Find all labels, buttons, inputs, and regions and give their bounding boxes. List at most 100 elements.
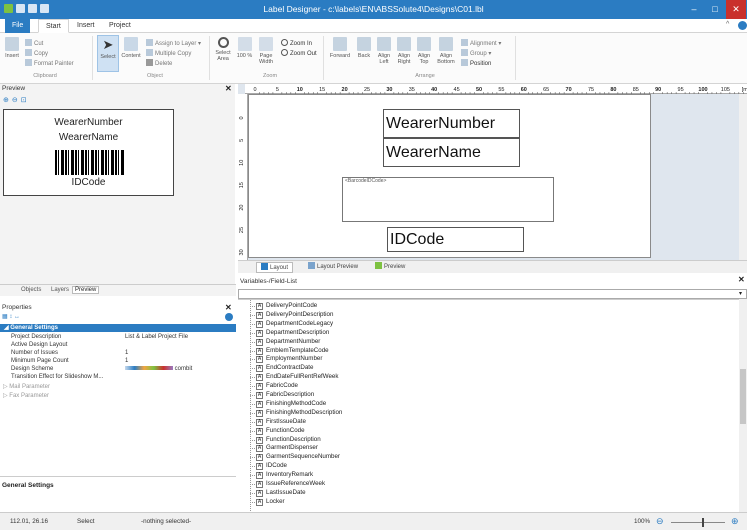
property-row[interactable]: Active Design Layout xyxy=(0,341,236,349)
assign-to-layer-button[interactable]: Assign to Layer ▾ xyxy=(146,39,201,47)
fax-parameter-group[interactable]: ▷ Fax Parameter xyxy=(0,392,236,400)
zoom-slider-thumb[interactable] xyxy=(702,518,704,527)
variables-scrollbar[interactable] xyxy=(739,299,747,512)
variables-scroll-thumb[interactable] xyxy=(740,369,746,424)
format-painter-button[interactable]: Format Painter xyxy=(25,59,74,67)
categorized-icon[interactable]: ▦ xyxy=(2,314,8,320)
zoom-slider[interactable] xyxy=(671,522,725,523)
variable-item[interactable]: A FabricCode xyxy=(256,382,298,391)
sort-icon[interactable]: ↕ xyxy=(9,314,12,320)
variable-item[interactable]: A FabricDescription xyxy=(256,391,314,399)
property-row[interactable]: Transition Effect for Slideshow M... xyxy=(0,373,236,381)
variable-item[interactable]: A FirstIssueDate xyxy=(256,418,306,426)
close-variables-icon[interactable]: ✕ xyxy=(738,275,745,284)
property-row[interactable]: Project Description List & Label Project … xyxy=(0,333,236,341)
text-field-icon: A xyxy=(256,374,263,382)
label-page[interactable]: WearerNumber WearerName <BarcodeIDCode> … xyxy=(248,94,651,258)
minimize-button[interactable]: – xyxy=(684,0,704,19)
zoom-out-icon[interactable]: ⊖ xyxy=(12,97,21,104)
info-icon[interactable] xyxy=(225,313,233,321)
zoom-in-icon[interactable]: ⊕ xyxy=(731,516,739,527)
select-area-button[interactable]: Select Area xyxy=(213,37,233,62)
align-left-button[interactable]: Align Left xyxy=(375,37,393,65)
field-wearer-name[interactable]: WearerName xyxy=(383,138,520,167)
align-top-button[interactable]: Align Top xyxy=(415,37,433,65)
tab-layers[interactable]: Layers xyxy=(51,287,69,293)
variable-item[interactable]: A DeliveryPointDescription xyxy=(256,311,333,319)
variable-item[interactable]: A EndContractDate xyxy=(256,364,313,373)
variable-item[interactable]: A DepartmentCodeLegacy xyxy=(256,320,333,328)
variable-item[interactable]: A GarmentSequenceNumber xyxy=(256,453,340,462)
field-id-code[interactable]: IDCode xyxy=(387,227,524,252)
tab-objects[interactable]: Objects xyxy=(21,287,41,293)
variable-item[interactable]: A EmploymentNumber xyxy=(256,355,322,364)
variable-item[interactable]: A FunctionCode xyxy=(256,427,305,435)
variable-item[interactable]: A IssueReferenceWeek xyxy=(256,480,325,488)
variable-item[interactable]: A GarmentDispenser xyxy=(256,444,318,453)
variable-item[interactable]: A DepartmentNumber xyxy=(256,338,320,346)
close-preview-icon[interactable]: ✕ xyxy=(225,84,232,93)
design-scrollbar[interactable] xyxy=(739,94,747,260)
alignment-button[interactable]: Alignment ▾ xyxy=(461,39,501,47)
collapse-ribbon-icon[interactable]: ^ xyxy=(726,21,735,30)
variable-item[interactable]: A IDCode xyxy=(256,462,287,471)
general-settings-header[interactable]: ◢ General Settings xyxy=(0,324,236,332)
variable-item[interactable]: A FinishingMethodCode xyxy=(256,400,326,408)
select-button[interactable]: ➤ Select xyxy=(97,35,119,72)
zoom-in-icon[interactable]: ⊕ xyxy=(3,97,12,104)
tab-layout[interactable]: Layout xyxy=(256,262,294,273)
expand-icon[interactable]: ↔ xyxy=(14,314,20,320)
tab-insert[interactable]: Insert xyxy=(70,19,102,33)
tab-file[interactable]: File xyxy=(5,19,31,33)
preview-zoom-toolbar[interactable]: ⊕⊖⊡ xyxy=(3,96,30,104)
variable-item[interactable]: A EndDateFullRentRefWeek xyxy=(256,373,338,382)
properties-toolbar[interactable]: ▦ ↕ ↔ xyxy=(2,313,20,320)
content-button[interactable]: Content xyxy=(121,37,141,59)
variables-filter-input[interactable]: ▾ xyxy=(238,289,747,299)
copy-button[interactable]: Copy xyxy=(25,49,48,57)
variable-item[interactable]: A InventoryRemark xyxy=(256,471,313,480)
tab-preview[interactable]: Preview xyxy=(72,286,100,294)
tab-layout-preview[interactable]: Layout Preview xyxy=(304,262,362,273)
close-properties-icon[interactable]: ✕ xyxy=(225,303,232,312)
tab-start[interactable]: Start xyxy=(38,19,69,33)
variable-item[interactable]: A DeliveryPointCode xyxy=(256,302,317,310)
page-width-button[interactable]: Page Width xyxy=(256,37,276,65)
page-width-label: Page Width xyxy=(258,53,274,65)
zoom-out-icon[interactable]: ⊖ xyxy=(656,516,664,527)
cut-button[interactable]: Cut xyxy=(25,39,43,47)
forward-button[interactable]: Forward xyxy=(327,37,353,59)
variable-item[interactable]: A FunctionDescription xyxy=(256,436,321,444)
assign-to-layer-label: Assign to Layer ▾ xyxy=(155,41,202,47)
insert-button[interactable]: Insert xyxy=(3,37,21,59)
fit-icon[interactable]: ⊡ xyxy=(21,97,30,104)
property-row[interactable]: Number of Issues 1 xyxy=(0,349,236,357)
maximize-button[interactable]: □ xyxy=(705,0,725,19)
multiple-copy-button[interactable]: Multiple Copy xyxy=(146,49,191,57)
variable-item[interactable]: A EmblemTemplateCode xyxy=(256,347,329,355)
property-row[interactable]: Design Scheme combit xyxy=(0,365,236,373)
align-bottom-button[interactable]: Align Bottom xyxy=(435,37,457,65)
delete-button[interactable]: Delete xyxy=(146,59,172,67)
help-icon[interactable] xyxy=(738,21,747,30)
vruler-tick-label: 0 xyxy=(239,116,245,119)
tab-design-preview[interactable]: Preview xyxy=(371,262,409,273)
variable-item[interactable]: A Locker xyxy=(256,498,285,506)
align-right-button[interactable]: Align Right xyxy=(395,37,413,65)
variable-item[interactable]: A DepartmentDescription xyxy=(256,329,329,337)
zoom-100-button[interactable]: 100 % xyxy=(236,37,253,59)
chevron-down-icon[interactable]: ▾ xyxy=(739,290,742,297)
variable-item[interactable]: A FinishingMethodDescription xyxy=(256,409,342,417)
mail-parameter-group[interactable]: ▷ Mail Parameter xyxy=(0,383,236,391)
group-button[interactable]: Group ▾ xyxy=(461,49,491,57)
field-wearer-number[interactable]: WearerNumber xyxy=(383,109,520,138)
property-row[interactable]: Minimum Page Count 1 xyxy=(0,357,236,365)
tab-project[interactable]: Project xyxy=(102,19,138,33)
close-button[interactable]: ✕ xyxy=(726,0,746,19)
variable-item[interactable]: A LastIssueDate xyxy=(256,489,306,497)
position-button[interactable]: Position xyxy=(461,59,491,67)
back-button[interactable]: Back xyxy=(355,37,373,59)
zoom-in-button[interactable]: Zoom In xyxy=(281,39,312,47)
field-barcode[interactable]: <BarcodeIDCode> xyxy=(342,177,554,222)
zoom-out-button[interactable]: Zoom Out xyxy=(281,49,317,57)
